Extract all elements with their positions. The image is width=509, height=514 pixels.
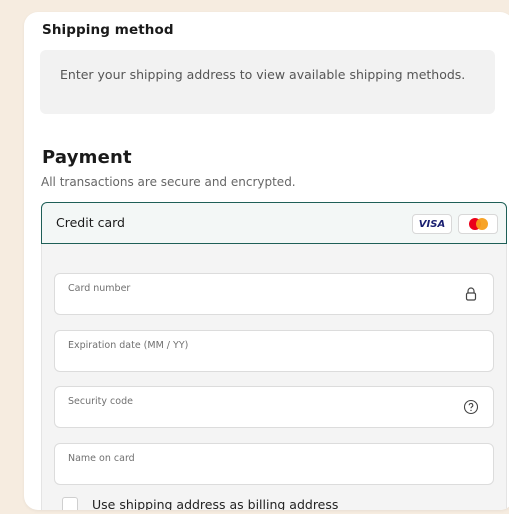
visa-icon: VISA xyxy=(412,214,452,234)
billing-address-checkbox-label[interactable]: Use shipping address as billing address xyxy=(92,497,338,510)
card-number-field[interactable]: Card number xyxy=(54,273,494,315)
help-circle-icon[interactable] xyxy=(463,399,479,415)
expiration-date-placeholder: Expiration date (MM / YY) xyxy=(68,340,189,351)
mastercard-orange-circle xyxy=(476,218,488,230)
lock-icon xyxy=(465,287,477,301)
mastercard-icon xyxy=(458,214,498,234)
name-on-card-field[interactable]: Name on card xyxy=(54,443,494,485)
credit-card-option[interactable]: Credit card VISA xyxy=(41,202,507,244)
payment-subtitle: All transactions are secure and encrypte… xyxy=(41,175,296,189)
security-code-placeholder: Security code xyxy=(68,396,133,407)
expiration-date-field[interactable]: Expiration date (MM / YY) xyxy=(54,330,494,372)
billing-address-checkbox[interactable] xyxy=(62,497,78,510)
security-code-field[interactable]: Security code xyxy=(54,386,494,428)
shipping-notice-text: Enter your shipping address to view avai… xyxy=(60,67,466,82)
shipping-method-heading: Shipping method xyxy=(42,22,174,38)
checkout-card: Shipping method Enter your shipping addr… xyxy=(24,12,509,510)
payment-heading: Payment xyxy=(42,147,132,168)
name-on-card-placeholder: Name on card xyxy=(68,453,135,464)
shipping-methods-notice: Enter your shipping address to view avai… xyxy=(40,50,495,114)
card-number-placeholder: Card number xyxy=(68,283,131,294)
credit-card-label: Credit card xyxy=(56,215,125,230)
credit-card-form: Card number Expiration date (MM / YY) Se… xyxy=(41,244,507,510)
